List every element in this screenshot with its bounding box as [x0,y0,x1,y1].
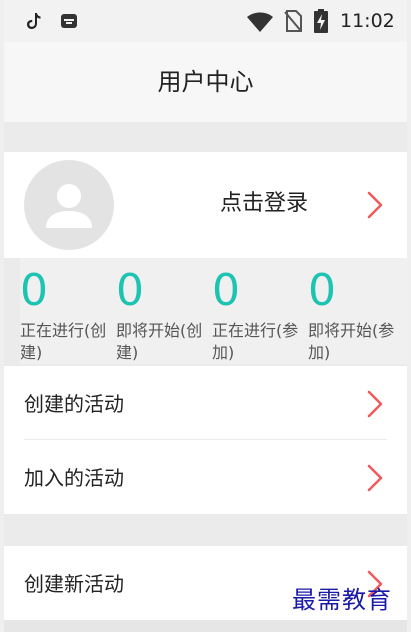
user-avatar-icon [46,184,92,228]
stat-label: 即将开始(创建) [116,321,203,362]
stat-value: 0 [116,265,144,316]
stat-value: 0 [308,265,336,316]
chevron-right-icon [367,191,383,219]
wifi-icon [247,12,273,32]
stat-upcoming-joined[interactable]: 0 即将开始(参加) [308,258,403,364]
created-activities-item[interactable]: 创建的活动 [24,366,387,440]
login-label[interactable]: 点击登录 [220,189,308,219]
page-title: 用户中心 [157,68,254,96]
bottom-strip [4,620,407,632]
watermark: 最需教育 [292,586,392,614]
stat-label: 正在进行(参加) [212,321,299,362]
activity-stats: 0 正在进行(创建) 0 即将开始(创建) 0 正在进行(参加) 0 即将开始(… [20,258,407,364]
menu-item-label: 加入的活动 [24,466,124,490]
menu-item-label: 创建新活动 [24,572,124,596]
status-bar: 11:02 [4,0,407,42]
avatar[interactable] [24,160,114,250]
menu-item-label: 创建的活动 [24,392,124,416]
battery-charging-icon [314,9,328,33]
activity-menu: 创建的活动 加入的活动 [4,366,407,514]
joined-activities-item[interactable]: 加入的活动 [24,440,387,514]
chevron-right-icon [367,390,383,418]
stat-ongoing-joined[interactable]: 0 正在进行(参加) [212,258,307,364]
stat-label: 正在进行(创建) [20,321,107,362]
title-bar: 用户中心 [4,42,407,122]
tiktok-icon [27,13,41,29]
app-screen: 11:02 用户中心 点击登录 0 正在进行(创建) 0 即将开始(创建) 0 [4,0,407,632]
no-sim-icon [284,10,302,32]
stat-value: 0 [20,265,48,316]
chevron-right-icon [367,464,383,492]
stat-label: 即将开始(参加) [308,321,395,362]
stat-value: 0 [212,265,240,316]
app-icon [61,14,77,28]
stat-upcoming-created[interactable]: 0 即将开始(创建) [116,258,211,364]
stat-ongoing-created[interactable]: 0 正在进行(创建) [20,258,115,364]
status-clock: 11:02 [340,10,395,32]
profile-login-row[interactable]: 点击登录 [24,152,407,258]
